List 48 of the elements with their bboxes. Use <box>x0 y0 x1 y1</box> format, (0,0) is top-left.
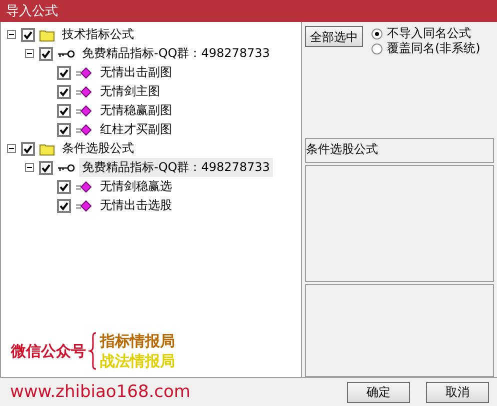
cancel-button[interactable]: 取消 <box>426 382 489 402</box>
collapse-icon[interactable] <box>25 163 34 172</box>
window-title: 导入公式 <box>0 0 497 22</box>
tree-item[interactable]: 无情出击副图 <box>97 63 175 82</box>
promo-account: 战法情报局 <box>100 351 175 371</box>
tree-item[interactable]: 无情稳赢副图 <box>97 101 175 120</box>
tree-item[interactable]: 免费精品指标-QQ群：498278733 <box>79 44 273 63</box>
checkbox[interactable] <box>57 104 71 118</box>
promo-account: 指标情报局 <box>100 331 175 351</box>
website-url: www.zhibiao168.com <box>10 382 192 402</box>
select-all-button[interactable]: 全部选中 <box>305 26 363 47</box>
promo-label: 微信公众号 <box>11 342 86 360</box>
key-icon <box>57 162 75 172</box>
formula-icon <box>75 66 93 78</box>
ok-button[interactable]: 确定 <box>347 382 410 402</box>
radio-button[interactable] <box>371 28 383 40</box>
checkbox[interactable] <box>57 180 71 194</box>
folder-icon <box>39 28 55 42</box>
tree-item[interactable]: 技术指标公式 <box>59 25 137 44</box>
formula-icon <box>75 104 93 116</box>
formula-icon <box>75 200 93 212</box>
formula-icon <box>75 124 93 136</box>
formula-icon <box>75 180 93 192</box>
tree-item[interactable]: 条件选股公式 <box>59 139 137 158</box>
tree-item[interactable]: 无情出击选股 <box>97 196 175 215</box>
option-label: 覆盖同名(非系统) <box>387 40 480 57</box>
tree-item[interactable]: 无情剑主图 <box>97 82 163 101</box>
checkbox[interactable] <box>57 66 71 80</box>
key-icon <box>57 48 75 58</box>
collapse-icon[interactable] <box>7 30 16 39</box>
checkbox[interactable] <box>39 46 53 60</box>
checkbox[interactable] <box>39 160 53 174</box>
tree-item[interactable]: 免费精品指标-QQ群：498278733 <box>79 158 273 177</box>
checkbox[interactable] <box>21 142 35 156</box>
formula-icon <box>75 86 93 98</box>
checkbox[interactable] <box>57 84 71 98</box>
collapse-icon[interactable] <box>7 144 16 153</box>
folder-icon <box>39 142 55 156</box>
collapse-icon[interactable] <box>25 49 34 58</box>
option-label: 不导入同名公式 <box>387 25 471 42</box>
info-box: 条件选股公式 <box>305 138 494 163</box>
checkbox[interactable] <box>21 28 35 42</box>
tree-item[interactable]: 无情剑稳赢选 <box>97 177 175 196</box>
tree-item[interactable]: 红柱才买副图 <box>97 120 175 139</box>
brace-icon <box>88 331 98 371</box>
radio-button[interactable] <box>371 42 383 54</box>
checkbox[interactable] <box>57 122 71 136</box>
checkbox[interactable] <box>57 198 71 212</box>
